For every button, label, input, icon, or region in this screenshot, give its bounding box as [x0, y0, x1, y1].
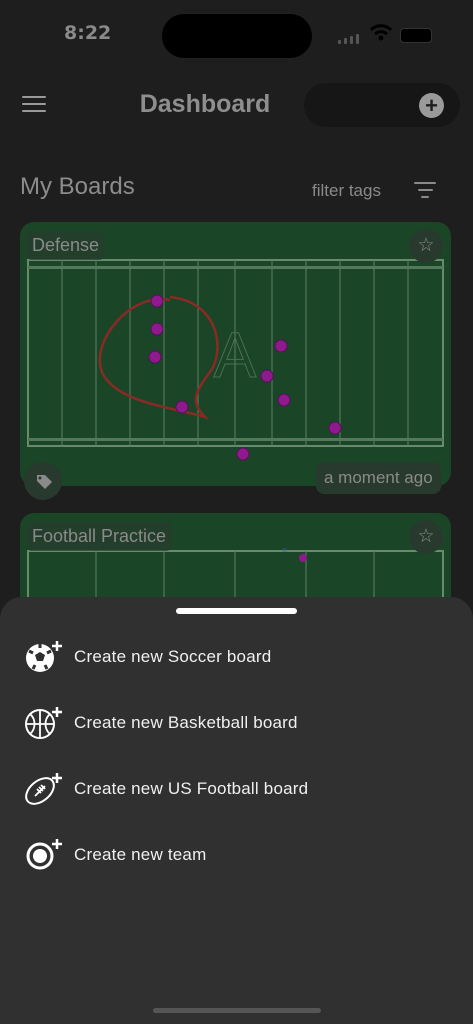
- tag-icon[interactable]: [24, 462, 62, 500]
- cellular-signal-icon: [338, 34, 359, 44]
- item-label: Create new Basketball board: [74, 713, 298, 732]
- field-preview: A: [27, 259, 444, 461]
- create-us-football-board-item[interactable]: Create new US Football board: [24, 769, 454, 809]
- board-card[interactable]: A: [20, 222, 451, 486]
- wifi-icon: [370, 24, 392, 41]
- battery-icon: [400, 28, 432, 43]
- star-icon[interactable]: ☆: [409, 520, 443, 554]
- section-title: My Boards: [20, 173, 135, 200]
- filter-tags-label[interactable]: filter tags: [312, 181, 381, 201]
- home-indicator: [153, 1008, 321, 1013]
- team-plus-icon: [24, 835, 64, 875]
- create-team-item[interactable]: Create new team: [24, 835, 454, 875]
- create-soccer-board-item[interactable]: Create new Soccer board: [24, 637, 454, 677]
- svg-text:A: A: [214, 319, 257, 391]
- soccer-ball-plus-icon: [24, 637, 64, 677]
- status-time: 8:22: [64, 22, 112, 44]
- board-title: Football Practice: [26, 522, 173, 551]
- sheet-grabber[interactable]: [176, 608, 297, 614]
- board-title: Defense: [26, 231, 106, 260]
- item-label: Create new Soccer board: [74, 647, 272, 666]
- filter-icon[interactable]: [414, 182, 436, 203]
- add-icon[interactable]: +: [419, 93, 444, 118]
- dynamic-island: [162, 14, 312, 58]
- basketball-plus-icon: [24, 703, 64, 743]
- item-label: Create new team: [74, 845, 207, 864]
- star-icon[interactable]: ☆: [409, 229, 443, 263]
- svg-text:×: ×: [282, 545, 287, 555]
- item-label: Create new US Football board: [74, 779, 309, 798]
- board-updated: a moment ago: [316, 462, 441, 494]
- football-plus-icon: [24, 769, 64, 809]
- create-basketball-board-item[interactable]: Create new Basketball board: [24, 703, 454, 743]
